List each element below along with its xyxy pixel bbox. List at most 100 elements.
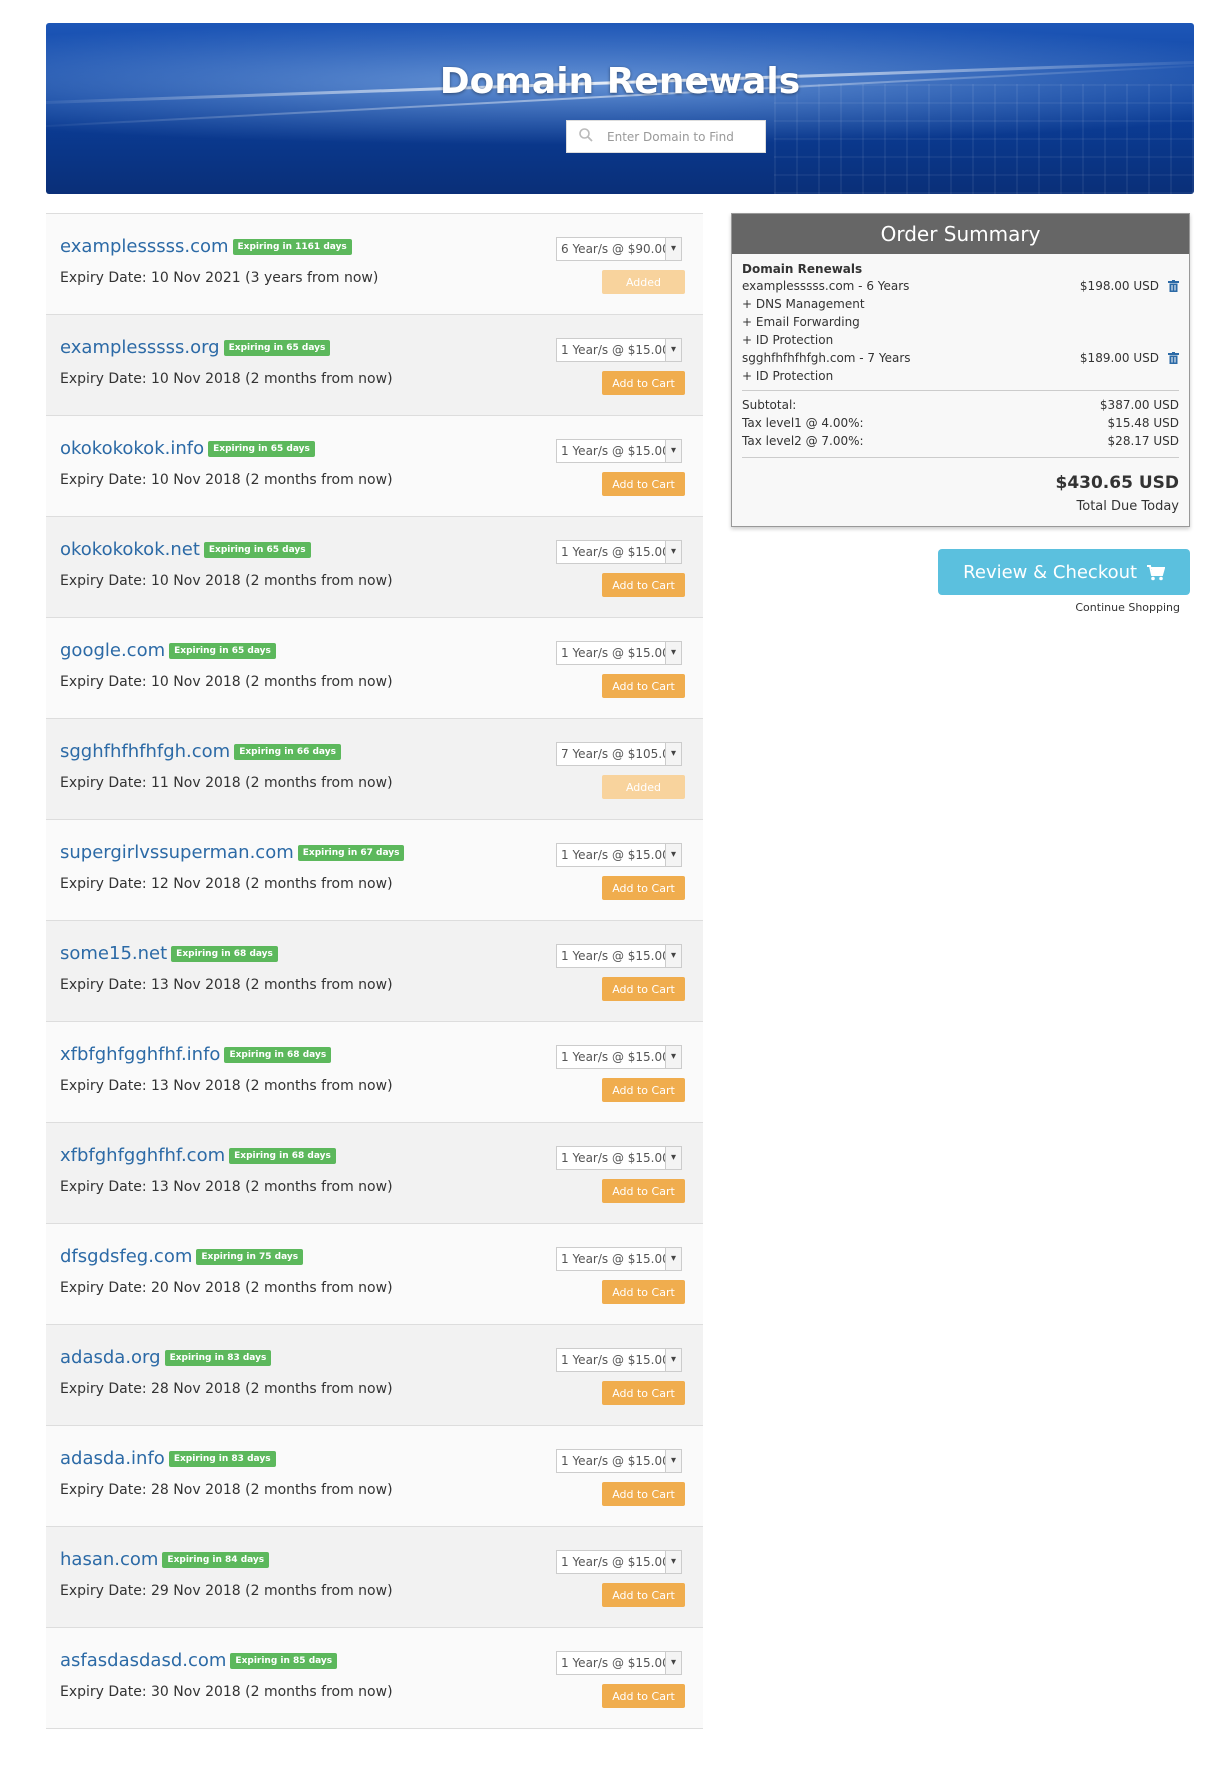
tax1-value: $15.48 USD [1107,416,1179,430]
chevron-down-icon: ▾ [665,642,681,664]
domain-name-link[interactable]: examplesssss.org [60,337,220,358]
trash-icon[interactable] [1168,352,1179,364]
add-to-cart-button[interactable]: Add to Cart [602,1078,685,1102]
search-input[interactable] [607,121,759,152]
expiry-badge: Expiring in 83 days [164,1349,272,1366]
renewal-period-select[interactable]: 1 Year/s @ $15.00 ▾ [556,944,682,968]
domain-name-link[interactable]: supergirlvssuperman.com [60,842,294,863]
domain-name-link[interactable]: google.com [60,640,165,661]
summary-item-name: examplesssss.com - 6 Years [742,279,910,293]
renewal-period-select[interactable]: 1 Year/s @ $15.00 ▾ [556,1348,682,1372]
total-amount: $430.65 USD [1055,473,1179,493]
domain-name-link[interactable]: some15.net [60,943,167,964]
domain-title: hasan.com Expiring in 84 days [60,1549,270,1570]
add-to-cart-button[interactable]: Add to Cart [602,674,685,698]
chevron-down-icon: ▾ [665,238,681,260]
renewal-period-select[interactable]: 1 Year/s @ $15.00 ▾ [556,1146,682,1170]
renewal-period-select[interactable]: 6 Year/s @ $90.00 ▾ [556,237,682,261]
domain-name-link[interactable]: okokokokok.net [60,539,200,560]
total-label: Total Due Today [1076,499,1179,514]
review-checkout-button[interactable]: Review & Checkout [938,549,1190,595]
domain-name-link[interactable]: adasda.info [60,1448,165,1469]
checkout-label: Review & Checkout [963,561,1138,583]
chevron-down-icon: ▾ [665,1046,681,1068]
domain-title: supergirlvssuperman.com Expiring in 67 da… [60,842,405,863]
added-button[interactable]: Added [602,775,685,799]
added-button[interactable]: Added [602,270,685,294]
renewal-period-select[interactable]: 1 Year/s @ $15.00 ▾ [556,1550,682,1574]
domain-name-link[interactable]: asfasdasdasd.com [60,1650,226,1671]
subtotal-label: Subtotal: [742,398,797,412]
summary-addon: + ID Protection [742,369,834,383]
trash-icon[interactable] [1168,280,1179,292]
domain-name-link[interactable]: hasan.com [60,1549,158,1570]
domain-row: examplesssss.com Expiring in 1161 days Exp… [46,214,703,315]
add-to-cart-button[interactable]: Add to Cart [602,472,685,496]
domain-name-link[interactable]: okokokokok.info [60,438,204,459]
domain-title: examplesssss.com Expiring in 1161 days [60,236,352,257]
renewal-period-value: 1 Year/s @ $15.00 [561,1151,670,1165]
domain-name-link[interactable]: xfbfghfgghfhf.info [60,1044,220,1065]
hero-banner: Domain Renewals [46,23,1194,194]
expiry-badge: Expiring in 68 days [224,1046,332,1063]
add-to-cart-button[interactable]: Add to Cart [602,1381,685,1405]
expiry-date: Expiry Date: 13 Nov 2018 (2 months from … [60,977,393,993]
domain-name-link[interactable]: adasda.org [60,1347,161,1368]
summary-addon: + Email Forwarding [742,315,860,329]
renewal-period-select[interactable]: 1 Year/s @ $15.00 ▾ [556,1449,682,1473]
domain-row: examplesssss.org Expiring in 65 days Expir… [46,315,703,416]
renewal-period-value: 1 Year/s @ $15.00 [561,1050,670,1064]
renewal-period-value: 1 Year/s @ $15.00 [561,545,670,559]
chevron-down-icon: ▾ [665,1147,681,1169]
add-to-cart-button[interactable]: Add to Cart [602,1179,685,1203]
expiry-badge: Expiring in 85 days [230,1652,338,1669]
summary-item-price: $198.00 USD [1079,279,1159,293]
renewal-period-select[interactable]: 1 Year/s @ $15.00 ▾ [556,1247,682,1271]
renewal-period-select[interactable]: 1 Year/s @ $15.00 ▾ [556,540,682,564]
domain-title: dfsgdsfeg.com Expiring in 75 days [60,1246,304,1267]
domain-name-link[interactable]: sgghfhfhfhfgh.com [60,741,230,762]
renewal-period-select[interactable]: 1 Year/s @ $15.00 ▾ [556,843,682,867]
renewal-period-select[interactable]: 7 Year/s @ $105.00 ▾ [556,742,682,766]
renewal-period-value: 1 Year/s @ $15.00 [561,343,670,357]
renewal-period-value: 6 Year/s @ $90.00 [561,242,670,256]
renewal-period-value: 1 Year/s @ $15.00 [561,848,670,862]
expiry-badge: Expiring in 65 days [169,642,276,659]
expiry-date: Expiry Date: 10 Nov 2018 (2 months from … [60,674,393,690]
expiry-date: Expiry Date: 13 Nov 2018 (2 months from … [60,1179,393,1195]
expiry-badge: Expiring in 84 days [162,1551,270,1568]
chevron-down-icon: ▾ [665,339,681,361]
domain-row: okokokokok.info Expiring in 65 days Expiry… [46,416,703,517]
expiry-badge: Expiring in 65 days [203,541,311,558]
add-to-cart-button[interactable]: Add to Cart [602,876,685,900]
renewal-period-select[interactable]: 1 Year/s @ $15.00 ▾ [556,1651,682,1675]
tax2-value: $28.17 USD [1107,434,1179,448]
add-to-cart-button[interactable]: Add to Cart [602,1482,685,1506]
add-to-cart-button[interactable]: Add to Cart [602,1583,685,1607]
domain-search[interactable] [566,120,766,153]
expiry-date: Expiry Date: 20 Nov 2018 (2 months from … [60,1280,393,1296]
domain-name-link[interactable]: examplesssss.com [60,236,229,257]
expiry-date: Expiry Date: 28 Nov 2018 (2 months from … [60,1381,393,1397]
domain-title: examplesssss.org Expiring in 65 days [60,337,331,358]
renewal-period-select[interactable]: 1 Year/s @ $15.00 ▾ [556,641,682,665]
add-to-cart-button[interactable]: Add to Cart [602,1280,685,1304]
add-to-cart-button[interactable]: Add to Cart [602,977,685,1001]
renewal-period-select[interactable]: 1 Year/s @ $15.00 ▾ [556,338,682,362]
chevron-down-icon: ▾ [665,1450,681,1472]
add-to-cart-button[interactable]: Add to Cart [602,371,685,395]
expiry-date: Expiry Date: 12 Nov 2018 (2 months from … [60,876,393,892]
renewal-period-value: 1 Year/s @ $15.00 [561,1454,670,1468]
renewal-period-select[interactable]: 1 Year/s @ $15.00 ▾ [556,1045,682,1069]
expiry-date: Expiry Date: 11 Nov 2018 (2 months from … [60,775,393,791]
domain-name-link[interactable]: dfsgdsfeg.com [60,1246,192,1267]
add-to-cart-button[interactable]: Add to Cart [602,1684,685,1708]
order-summary: Order Summary Domain Renewals examplesss… [731,213,1190,527]
domain-name-link[interactable]: xfbfghfgghfhf.com [60,1145,225,1166]
domain-row: sgghfhfhfhfgh.com Expiring in 66 days Expi… [46,719,703,820]
renewal-period-select[interactable]: 1 Year/s @ $15.00 ▾ [556,439,682,463]
summary-divider [742,390,1179,391]
domain-title: some15.net Expiring in 68 days [60,943,278,964]
add-to-cart-button[interactable]: Add to Cart [602,573,685,597]
continue-shopping-link[interactable]: Continue Shopping [1020,601,1180,614]
